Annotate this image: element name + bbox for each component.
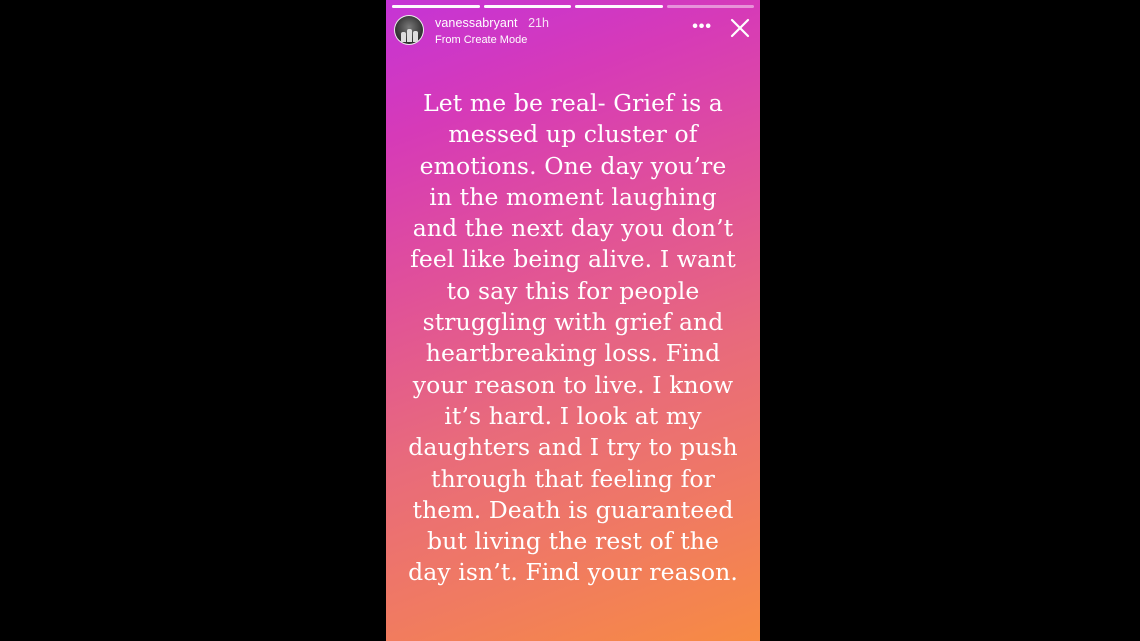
timestamp: 21h: [528, 16, 549, 30]
progress-fill: [483, 5, 571, 8]
story-progress-bar: [392, 5, 754, 8]
caption-line: to say this for people: [446, 276, 700, 305]
progress-segment: [392, 5, 480, 8]
user-info: vanessabryant 21h From Create Mode: [435, 14, 549, 46]
progress-segment: [483, 5, 571, 8]
progress-segment: [575, 5, 663, 8]
caption-line: heartbreaking loss. Find: [425, 339, 721, 368]
story-subtitle[interactable]: From Create Mode: [435, 34, 549, 46]
caption-line: emotions. One day you’re: [419, 151, 727, 180]
caption-line: Let me be real- Grief is a: [423, 89, 723, 117]
avatar[interactable]: [394, 15, 424, 45]
caption-line: and the next day you don’t: [412, 214, 734, 243]
progress-fill: [392, 5, 480, 8]
screen: vanessabryant 21h From Create Mode ••• L…: [0, 0, 1140, 641]
caption-line: messed up cluster of: [448, 120, 698, 149]
caption-line: but living the rest of the: [426, 527, 720, 556]
caption-line: them. Death is guaranteed: [412, 495, 734, 524]
caption-line: it’s hard. I look at my: [444, 401, 702, 430]
progress-segment: [666, 5, 754, 8]
progress-fill: [575, 5, 663, 8]
avatar-figure: [401, 32, 406, 42]
caption-line: in the moment laughing: [429, 182, 717, 211]
caption-line: struggling with grief and: [422, 308, 724, 337]
avatar-figure: [413, 31, 418, 42]
story-caption: Let me be real- Grief is a messed up clu…: [404, 88, 742, 589]
caption-line: feel like being alive. I want: [410, 245, 736, 274]
avatar-figure: [407, 29, 412, 42]
caption-line: through that feeling for: [431, 464, 715, 493]
caption-line: your reason to live. I know: [412, 370, 734, 399]
close-icon[interactable]: [728, 16, 752, 40]
story-viewer[interactable]: vanessabryant 21h From Create Mode ••• L…: [386, 0, 760, 641]
story-header: vanessabryant 21h From Create Mode •••: [394, 14, 752, 46]
more-icon[interactable]: •••: [692, 18, 712, 36]
caption-line: day isn’t. Find your reason.: [408, 558, 738, 587]
caption-line: daughters and I try to push: [408, 433, 738, 462]
username[interactable]: vanessabryant: [435, 16, 518, 30]
